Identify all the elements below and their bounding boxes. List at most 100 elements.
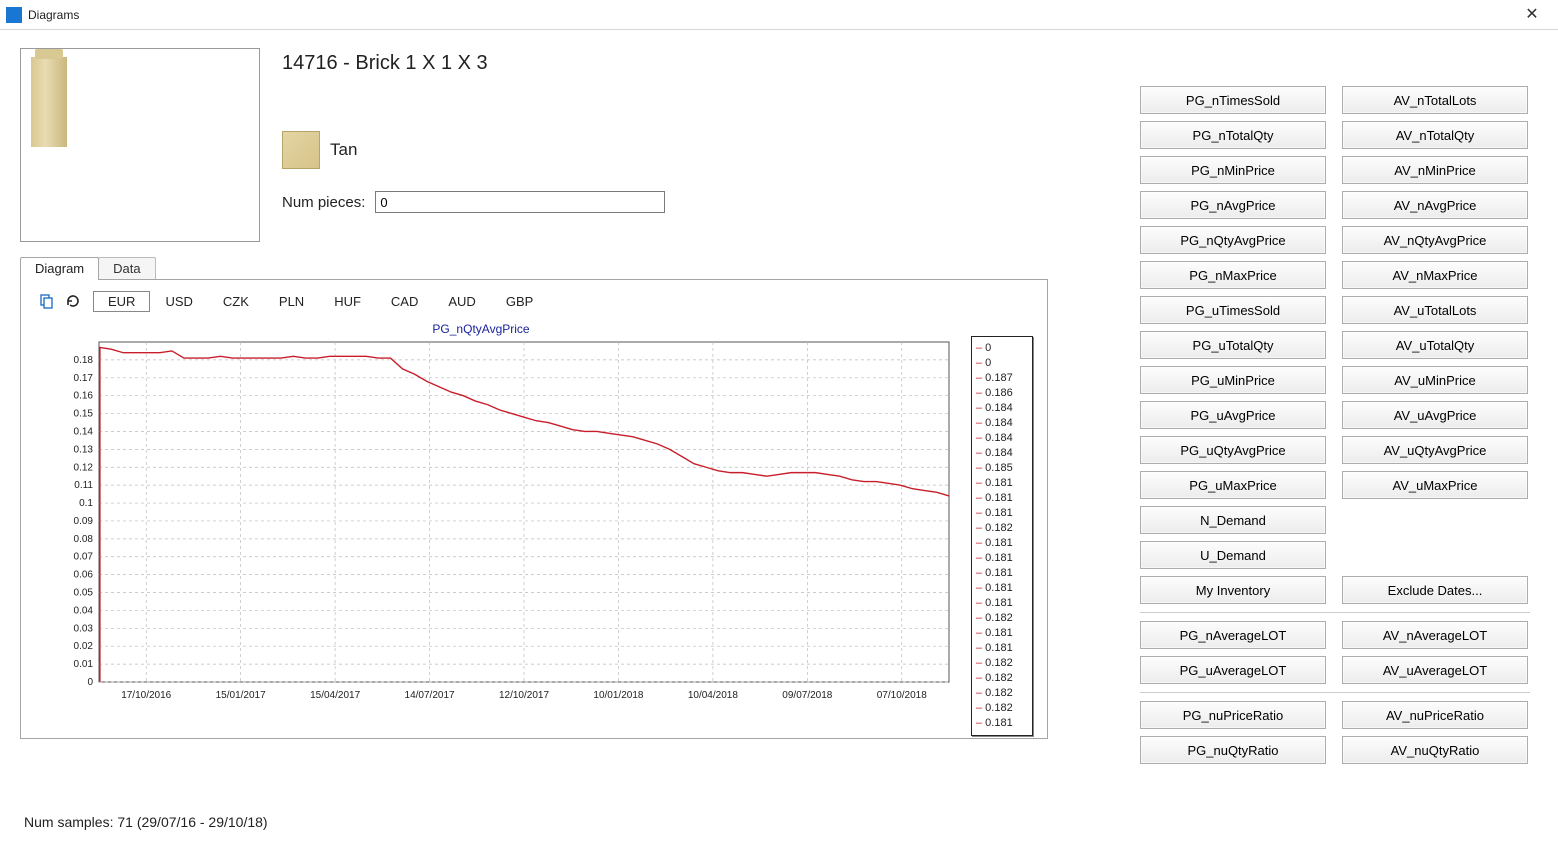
btn-exclude-dates-[interactable]: Exclude Dates... (1342, 576, 1528, 604)
btn-n-demand[interactable]: N_Demand (1140, 506, 1326, 534)
btn-u-demand[interactable]: U_Demand (1140, 541, 1326, 569)
btn-pg-ntimessold[interactable]: PG_nTimesSold (1140, 86, 1326, 114)
legend-item: – 0.181 (976, 506, 1028, 521)
legend-item: – 0.186 (976, 386, 1028, 401)
svg-text:0.06: 0.06 (74, 570, 94, 581)
btn-av-naveragelot[interactable]: AV_nAverageLOT (1342, 621, 1528, 649)
num-pieces-input[interactable] (375, 191, 665, 213)
svg-text:0.14: 0.14 (74, 426, 94, 437)
btn-av-utotalqty[interactable]: AV_uTotalQty (1342, 331, 1528, 359)
btn-av-nqtyavgprice[interactable]: AV_nQtyAvgPrice (1342, 226, 1528, 254)
legend-item: – 0.187 (976, 371, 1028, 386)
btn-av-uaveragelot[interactable]: AV_uAverageLOT (1342, 656, 1528, 684)
currency-huf[interactable]: HUF (319, 291, 376, 312)
refresh-icon[interactable] (61, 290, 85, 312)
svg-text:12/10/2017: 12/10/2017 (499, 690, 549, 701)
btn-av-navgprice[interactable]: AV_nAvgPrice (1342, 191, 1528, 219)
btn-av-utotallots[interactable]: AV_uTotalLots (1342, 296, 1528, 324)
btn-av-uminprice[interactable]: AV_uMinPrice (1342, 366, 1528, 394)
window-title: Diagrams (28, 8, 1512, 22)
btn-pg-nqtyavgprice[interactable]: PG_nQtyAvgPrice (1140, 226, 1326, 254)
btn-av-uqtyavgprice[interactable]: AV_uQtyAvgPrice (1342, 436, 1528, 464)
btn-av-nmaxprice[interactable]: AV_nMaxPrice (1342, 261, 1528, 289)
btn-pg-uqtyavgprice[interactable]: PG_uQtyAvgPrice (1140, 436, 1326, 464)
svg-text:0.05: 0.05 (74, 588, 94, 599)
legend-item: – 0.181 (976, 476, 1028, 491)
svg-text:07/10/2018: 07/10/2018 (877, 690, 927, 701)
currency-pln[interactable]: PLN (264, 291, 319, 312)
svg-text:0.15: 0.15 (74, 409, 94, 420)
legend-item: – 0.182 (976, 686, 1028, 701)
btn-av-nuqtyratio[interactable]: AV_nuQtyRatio (1342, 736, 1528, 764)
tab-data[interactable]: Data (98, 257, 155, 280)
legend-item: – 0.182 (976, 521, 1028, 536)
svg-text:17/10/2016: 17/10/2016 (121, 690, 171, 701)
legend-box: – 0– 0– 0.187– 0.186– 0.184– 0.184– 0.18… (971, 336, 1033, 736)
part-thumbnail (20, 48, 260, 242)
legend-item: – 0.184 (976, 446, 1028, 461)
legend-item: – 0.181 (976, 596, 1028, 611)
num-pieces-label: Num pieces: (282, 194, 365, 211)
currency-cad[interactable]: CAD (376, 291, 433, 312)
btn-av-ntotalqty[interactable]: AV_nTotalQty (1342, 121, 1528, 149)
legend-item: – 0 (976, 356, 1028, 371)
svg-text:0.01: 0.01 (74, 659, 94, 670)
btn-pg-navgprice[interactable]: PG_nAvgPrice (1140, 191, 1326, 219)
currency-czk[interactable]: CZK (208, 291, 264, 312)
chart-area: 00.010.020.030.040.050.060.070.080.090.1… (57, 336, 957, 716)
svg-text:0.08: 0.08 (74, 534, 94, 545)
copy-icon[interactable] (35, 290, 59, 312)
legend-item: – 0.185 (976, 461, 1028, 476)
legend-item: – 0 (976, 341, 1028, 356)
legend-item: – 0.184 (976, 416, 1028, 431)
currency-usd[interactable]: USD (150, 291, 207, 312)
titlebar: Diagrams ✕ (0, 0, 1558, 30)
btn-pg-nupriceratio[interactable]: PG_nuPriceRatio (1140, 701, 1326, 729)
svg-text:0.04: 0.04 (74, 605, 94, 616)
currency-gbp[interactable]: GBP (491, 291, 548, 312)
btn-pg-nminprice[interactable]: PG_nMinPrice (1140, 156, 1326, 184)
svg-text:15/01/2017: 15/01/2017 (216, 690, 266, 701)
svg-text:0.09: 0.09 (74, 516, 94, 527)
btn-pg-uaveragelot[interactable]: PG_uAverageLOT (1140, 656, 1326, 684)
svg-text:0.07: 0.07 (74, 552, 94, 563)
legend-item: – 0.184 (976, 431, 1028, 446)
btn-av-umaxprice[interactable]: AV_uMaxPrice (1342, 471, 1528, 499)
part-title: 14716 - Brick 1 X 1 X 3 (282, 52, 1538, 75)
legend-item: – 0.181 (976, 491, 1028, 506)
svg-text:10/04/2018: 10/04/2018 (688, 690, 738, 701)
btn-av-uavgprice[interactable]: AV_uAvgPrice (1342, 401, 1528, 429)
currency-eur[interactable]: EUR (93, 291, 150, 312)
svg-text:0.03: 0.03 (74, 623, 94, 634)
btn-av-ntotallots[interactable]: AV_nTotalLots (1342, 86, 1528, 114)
legend-item: – 0.184 (976, 401, 1028, 416)
btn-pg-umaxprice[interactable]: PG_uMaxPrice (1140, 471, 1326, 499)
btn-pg-uavgprice[interactable]: PG_uAvgPrice (1140, 401, 1326, 429)
legend-item: – 0.181 (976, 626, 1028, 641)
btn-pg-utimessold[interactable]: PG_uTimesSold (1140, 296, 1326, 324)
status-text: Num samples: 71 (29/07/16 - 29/10/18) (24, 814, 268, 830)
tab-diagram[interactable]: Diagram (20, 257, 99, 280)
legend-item: – 0.181 (976, 581, 1028, 596)
legend-item: – 0.181 (976, 716, 1028, 731)
btn-av-nupriceratio[interactable]: AV_nuPriceRatio (1342, 701, 1528, 729)
btn-pg-nuqtyratio[interactable]: PG_nuQtyRatio (1140, 736, 1326, 764)
currency-aud[interactable]: AUD (433, 291, 490, 312)
btn-pg-nmaxprice[interactable]: PG_nMaxPrice (1140, 261, 1326, 289)
btn-av-nminprice[interactable]: AV_nMinPrice (1342, 156, 1528, 184)
tab-panel-diagram: EURUSDCZKPLNHUFCADAUDGBP PG_nQtyAvgPrice… (20, 279, 1048, 739)
svg-text:0.11: 0.11 (74, 480, 93, 491)
svg-text:15/04/2017: 15/04/2017 (310, 690, 360, 701)
btn-pg-ntotalqty[interactable]: PG_nTotalQty (1140, 121, 1326, 149)
btn-pg-utotalqty[interactable]: PG_uTotalQty (1140, 331, 1326, 359)
legend-item: – 0.181 (976, 536, 1028, 551)
app-icon (6, 7, 22, 23)
btn-my-inventory[interactable]: My Inventory (1140, 576, 1326, 604)
svg-text:0.12: 0.12 (74, 462, 94, 473)
svg-text:0.16: 0.16 (74, 391, 94, 402)
legend-item: – 0.182 (976, 671, 1028, 686)
svg-text:0.18: 0.18 (74, 355, 94, 366)
btn-pg-naveragelot[interactable]: PG_nAverageLOT (1140, 621, 1326, 649)
close-button[interactable]: ✕ (1512, 0, 1552, 30)
btn-pg-uminprice[interactable]: PG_uMinPrice (1140, 366, 1326, 394)
